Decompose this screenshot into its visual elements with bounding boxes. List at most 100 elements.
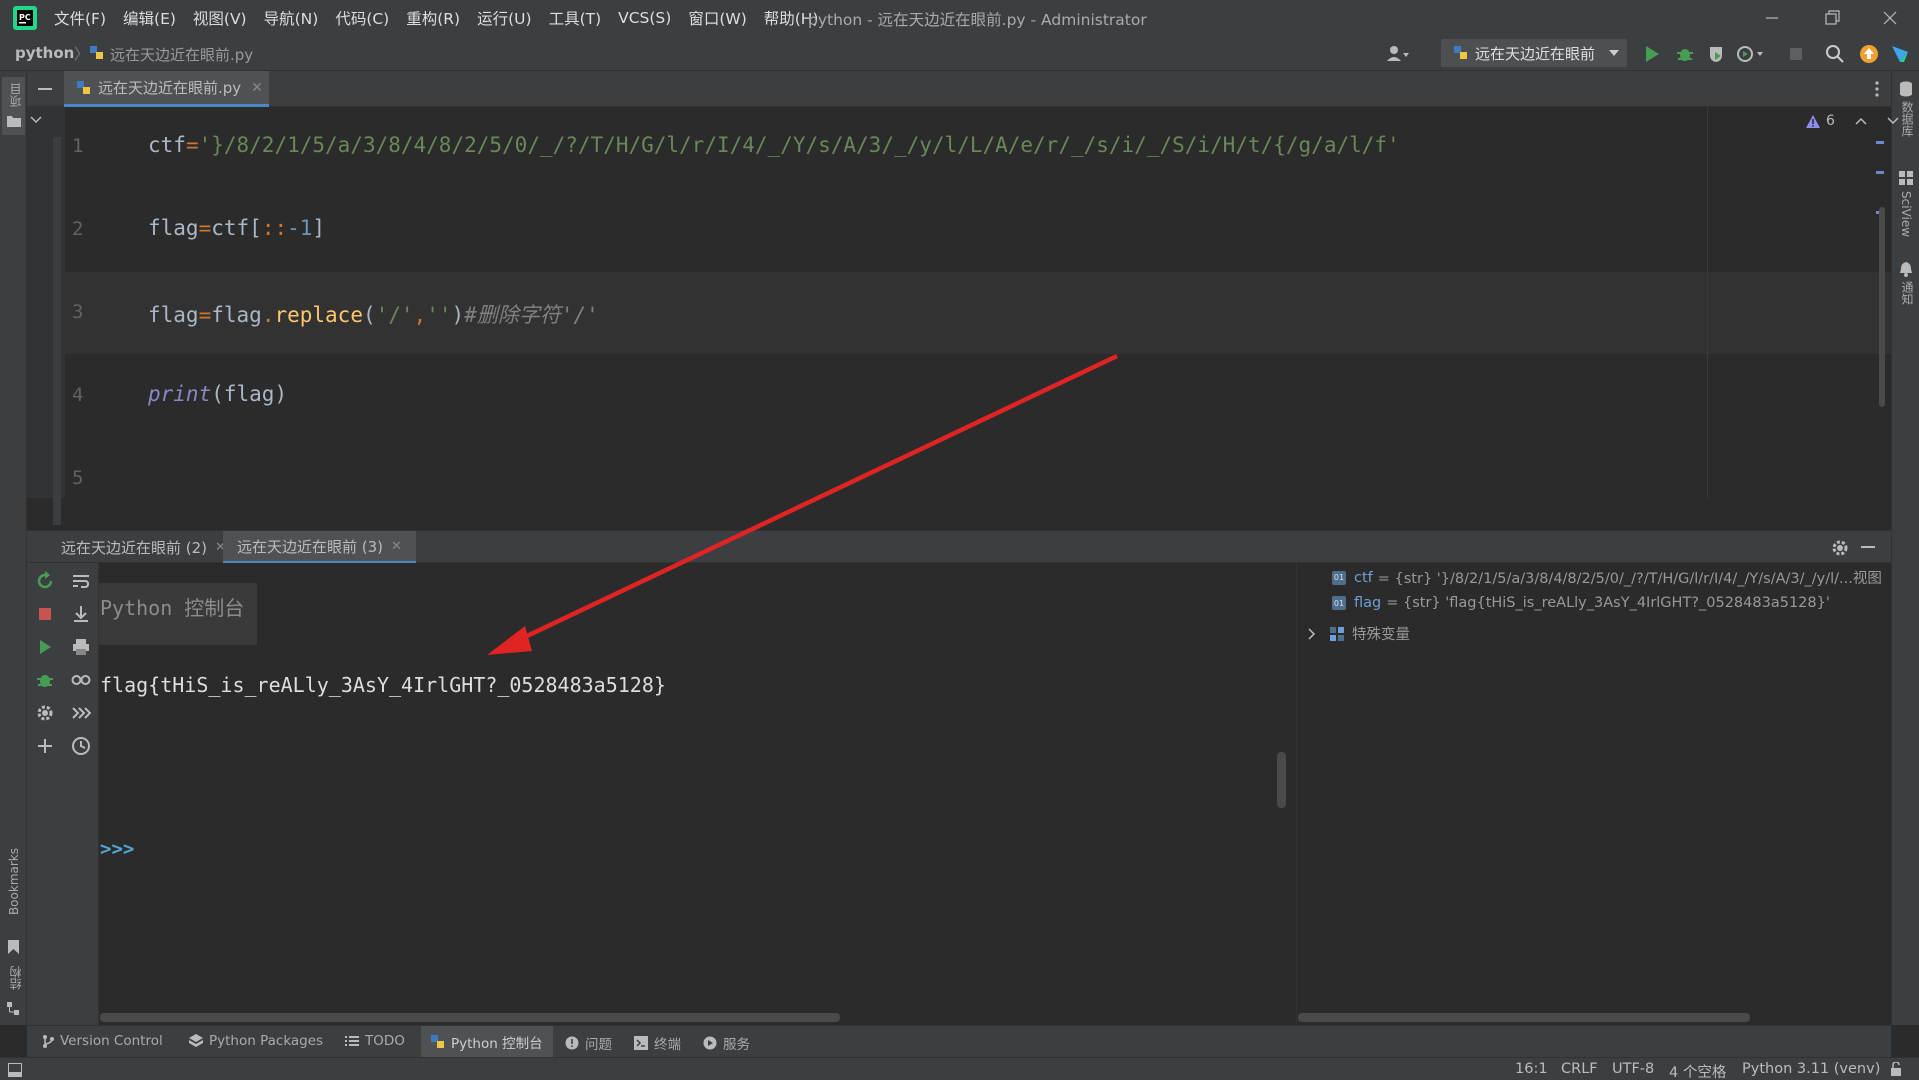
caret-position[interactable]: 16:1 [1515,1061,1548,1077]
add-console-icon[interactable] [35,736,55,756]
project-tool-button[interactable]: 项目 [2,77,25,135]
soft-wrap-icon[interactable] [71,571,91,591]
user-icon[interactable] [1386,44,1409,64]
settings-gear-icon[interactable] [1831,539,1849,557]
more-options-icon[interactable] [1875,81,1879,97]
services-icon [703,1036,717,1050]
variables-horizontal-scrollbar[interactable] [1298,1013,1750,1022]
sciview-tool-button[interactable]: SciView [1895,171,1917,271]
variable-row-special[interactable]: 特殊变量 [1308,623,1868,644]
indent-setting[interactable]: 4 个空格 [1669,1061,1726,1080]
editor-gutter [27,107,65,525]
variable-row-ctf[interactable]: 01 ctf = {str} '}/8/2/1/5/a/3/8/4/8/2/5/… [1332,567,1892,588]
close-window-icon[interactable] [1878,6,1902,30]
restore-icon[interactable] [1820,6,1844,30]
minimize-icon[interactable] [1760,6,1784,30]
menu-tools[interactable]: 工具(T) [549,7,602,29]
scroll-to-end-icon[interactable] [71,604,91,624]
code-line[interactable]: ctf='}/8/2/1/5/a/3/8/4/8/2/5/0/_/?/T/H/G… [148,133,1400,157]
menu-refactor[interactable]: 重构(R) [406,7,460,29]
menu-run[interactable]: 运行(U) [477,7,531,29]
console-tab-bar: 远在天边近在眼前 (2) ✕ 远在天边近在眼前 (3) ✕ [27,530,1891,564]
menu-view[interactable]: 视图(V) [193,7,247,29]
menu-vcs[interactable]: VCS(S) [618,9,671,27]
console-options-toolbar [63,563,99,1025]
tab-python-packages[interactable]: Python Packages [189,1033,323,1049]
editor-tab-file[interactable]: 远在天边近在眼前.py ✕ [64,71,269,107]
code-line[interactable]: print(flag) [148,382,287,406]
menu-edit[interactable]: 编辑(E) [123,7,176,29]
menu-file[interactable]: 文件(F) [54,7,106,29]
print-icon[interactable] [71,637,91,657]
toggle-tool-windows-icon[interactable] [8,1063,22,1077]
tab-label: Python Packages [209,1033,324,1049]
console-tab-3[interactable]: 远在天边近在眼前 (3) ✕ [223,531,416,564]
python-console-icon [431,1035,445,1049]
notifications-tool-button[interactable]: 通知 [1895,261,1917,321]
line-number: 3 [72,301,84,323]
console-prompt[interactable]: >>> [100,838,134,860]
packages-icon [189,1034,203,1048]
tab-version-control[interactable]: Version Control [42,1033,163,1049]
jetbrains-ai-icon[interactable] [1890,44,1910,64]
scroll-thumb[interactable] [1879,207,1885,407]
tab-todo[interactable]: TODO [345,1033,405,1049]
chevron-right-icon[interactable] [1308,627,1316,640]
menu-window[interactable]: 窗口(W) [688,7,746,29]
history-clock-icon[interactable] [71,736,91,756]
file-encoding[interactable]: UTF-8 [1612,1061,1654,1077]
coverage-icon[interactable] [1706,44,1726,64]
menu-navigate[interactable]: 导航(N) [264,7,319,29]
python-console[interactable] [99,563,1296,1025]
structure-tool-button[interactable]: 结构 [2,966,25,1026]
run-icon[interactable] [1642,44,1662,64]
search-icon[interactable] [1825,44,1845,64]
show-variables-icon[interactable] [71,670,91,690]
console-horizontal-scrollbar[interactable] [100,1013,840,1022]
debug-icon[interactable] [1675,44,1695,64]
python-interpreter[interactable]: Python 3.11 (venv) [1742,1061,1880,1077]
console-tab-2[interactable]: 远在天边近在眼前 (2) ✕ [47,531,240,564]
minimize-panel-icon[interactable] [38,88,52,92]
code-token: :: [261,216,288,240]
variable-row-flag[interactable]: 01 flag = {str} 'flag{tHiS_is_reALly_3As… [1332,595,1892,611]
collapse-icon[interactable] [29,115,43,125]
breadcrumb-file[interactable]: 远在天边近在眼前.py [110,44,253,65]
run-configuration-select[interactable]: 远在天边近在眼前 [1441,39,1627,67]
code-token: ] [312,216,326,240]
menu-code[interactable]: 代码(C) [335,7,389,29]
close-tab-icon[interactable]: ✕ [391,539,402,554]
profile-icon[interactable] [1736,44,1763,64]
lock-icon[interactable] [1890,1062,1902,1076]
previous-problem-icon[interactable] [1855,116,1867,126]
line-separator[interactable]: CRLF [1561,1061,1598,1077]
tab-problems[interactable]: 问题 [565,1033,612,1053]
line-number: 2 [72,218,84,240]
hide-panel-icon[interactable] [1861,546,1875,550]
branch-icon [42,1034,54,1048]
code-token: ( [211,382,224,406]
stop-icon[interactable] [35,604,55,624]
bookmark-icon [8,940,19,954]
stop-icon[interactable] [1786,44,1806,64]
editor-scrollbar[interactable] [1876,107,1890,498]
python-file-icon [76,80,92,96]
debug-console-icon[interactable] [35,670,55,690]
execute-icon[interactable] [35,637,55,657]
settings-gear-icon[interactable] [35,703,55,723]
code-line[interactable]: flag=ctf[::-1] [148,216,325,240]
console-prompt-icon[interactable] [71,703,91,723]
tab-python-console[interactable]: Python 控制台 [421,1026,553,1058]
code-token: flag [148,303,199,327]
update-icon[interactable] [1859,44,1879,64]
close-tab-icon[interactable]: ✕ [251,80,263,96]
bookmarks-tool-button[interactable]: Bookmarks [2,848,25,958]
console-vertical-scrollbar[interactable] [1277,752,1286,808]
code-token: flag [211,303,262,327]
tab-terminal[interactable]: 终端 [634,1033,681,1053]
rerun-icon[interactable] [35,571,55,591]
breadcrumb-project[interactable]: python [15,44,74,62]
tab-services[interactable]: 服务 [703,1033,750,1053]
tab-label: Version Control [60,1033,163,1049]
code-line[interactable]: flag=flag.replace('/','')#删除字符'/' [148,299,599,329]
